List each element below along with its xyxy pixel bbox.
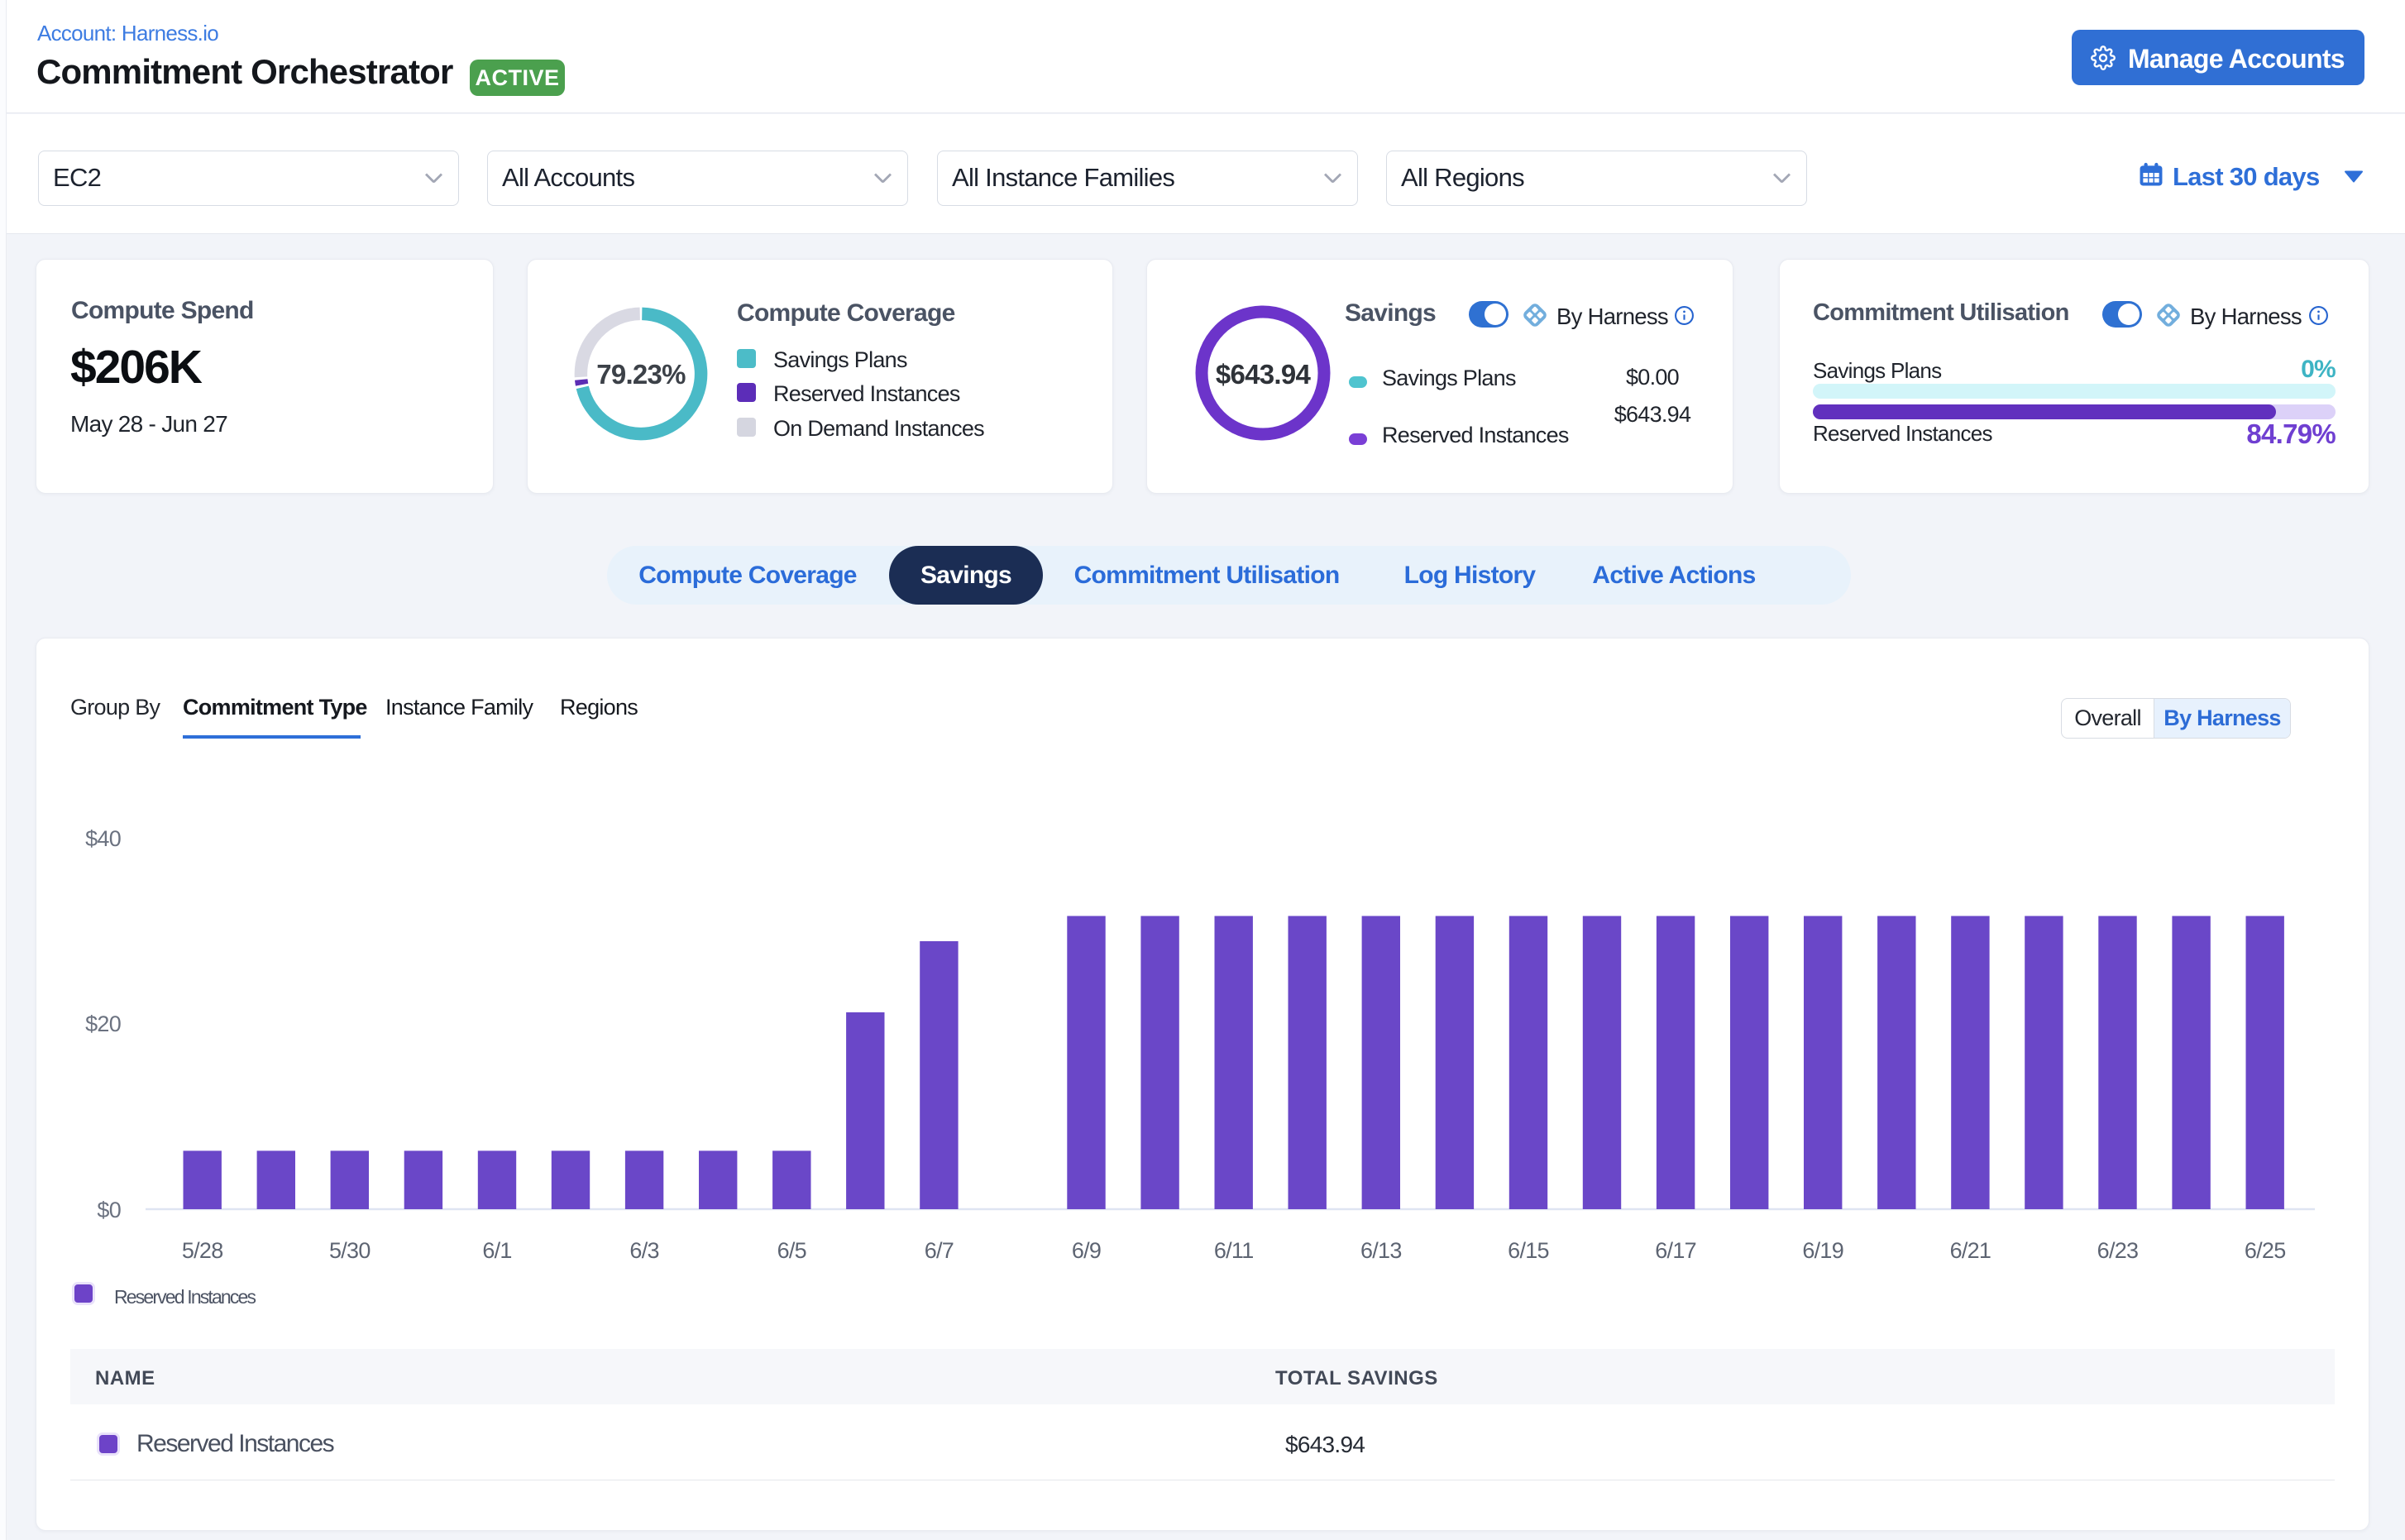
- svg-text:$0: $0: [97, 1198, 121, 1222]
- svg-text:6/7: 6/7: [925, 1238, 954, 1263]
- svg-text:6/11: 6/11: [1214, 1238, 1254, 1263]
- svg-text:5/28: 5/28: [182, 1238, 223, 1263]
- svg-text:6/5: 6/5: [777, 1238, 806, 1263]
- svg-text:6/21: 6/21: [1950, 1238, 1991, 1263]
- svg-text:6/19: 6/19: [1802, 1238, 1843, 1263]
- svg-text:6/23: 6/23: [2097, 1238, 2139, 1263]
- svg-text:$20: $20: [85, 1012, 121, 1036]
- svg-text:6/17: 6/17: [1655, 1238, 1696, 1263]
- svg-text:5/30: 5/30: [329, 1238, 371, 1263]
- svg-text:$40: $40: [85, 826, 121, 851]
- svg-text:6/25: 6/25: [2245, 1238, 2286, 1263]
- svg-text:6/15: 6/15: [1508, 1238, 1549, 1263]
- svg-text:6/3: 6/3: [629, 1238, 658, 1263]
- svg-text:6/13: 6/13: [1360, 1238, 1402, 1263]
- svg-text:6/9: 6/9: [1072, 1238, 1101, 1263]
- svg-text:6/1: 6/1: [482, 1238, 511, 1263]
